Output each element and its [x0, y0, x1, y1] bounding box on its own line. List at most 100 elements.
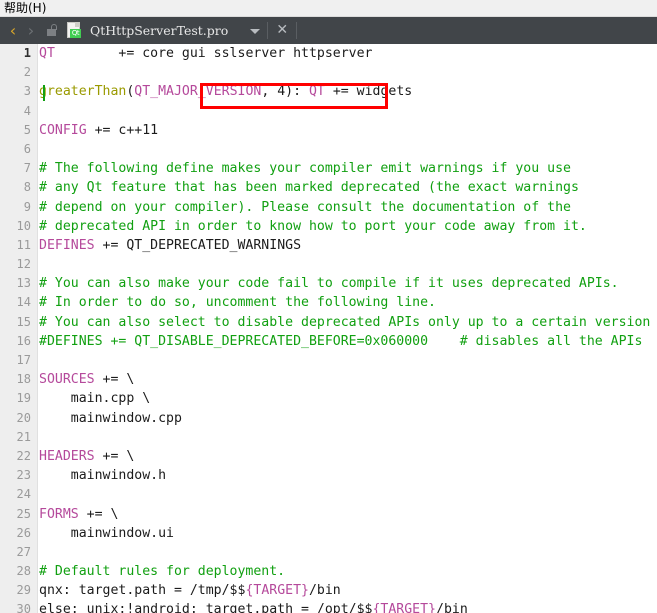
code-line[interactable]: 18 SOURCES += \ [0, 370, 657, 389]
code-token: {TARGET} [372, 602, 436, 613]
code-line[interactable]: 10 # deprecated API in order to know how … [0, 217, 657, 236]
line-number: 10 [16, 218, 31, 233]
line-content[interactable]: # You can also make your code fail to co… [34, 274, 619, 293]
line-content[interactable]: # any Qt feature that has been marked de… [34, 178, 579, 197]
line-number: 28 [16, 564, 31, 579]
code-token: QT [39, 46, 55, 61]
code-token: {TARGET} [245, 583, 309, 599]
line-number: 25 [16, 506, 31, 521]
code-line[interactable]: 28 # Default rules for deployment. [0, 562, 657, 581]
line-content[interactable]: main.cpp \ [34, 389, 150, 408]
code-token: # deprecated API in order to know how to… [39, 218, 587, 234]
code-line[interactable]: 2 [0, 63, 657, 82]
code-area[interactable]: 1 QT += core gui sslserver httpserver 2 3 gr… [0, 44, 657, 613]
code-line[interactable]: 21 [0, 428, 657, 447]
line-content[interactable]: SOURCES += \ [34, 370, 134, 389]
code-token: CONFIG [39, 122, 87, 138]
line-number: 13 [16, 276, 31, 291]
code-token: # The following define makes your compil… [39, 161, 571, 177]
code-line[interactable]: 27 [0, 543, 657, 562]
code-line[interactable]: 14 # In order to do so, uncomment the fol… [0, 293, 657, 312]
code-line[interactable]: 17 [0, 351, 657, 370]
code-line[interactable]: 22 HEADERS += \ [0, 447, 657, 466]
line-number: 4 [23, 103, 31, 118]
code-line[interactable]: 5 CONFIG += c++11 [0, 121, 657, 140]
line-content[interactable]: # You can also select to disable depreca… [34, 313, 650, 332]
code-line[interactable]: 11 DEFINES += QT_DEPRECATED_WARNINGS [0, 236, 657, 255]
code-line[interactable]: 19 main.cpp \ [0, 389, 657, 408]
toolbar-divider [267, 22, 269, 39]
line-content[interactable]: greaterThan(QT_MAJOR_VERSION, 4): QT += … [34, 82, 412, 101]
line-number: 17 [16, 353, 31, 367]
code-line[interactable]: 12 [0, 255, 657, 274]
code-line[interactable]: 9 # depend on your compiler). Please cons… [0, 198, 657, 217]
navigate-forward-icon[interactable]: › [22, 17, 40, 44]
code-token: # In order to do so, uncomment the follo… [39, 295, 436, 311]
line-content[interactable]: qnx: target.path = /tmp/$${TARGET}/bin [34, 581, 341, 600]
code-token: += core gui sslserver httpserver [54, 46, 373, 61]
code-line[interactable]: 1 QT += core gui sslserver httpserver [0, 44, 657, 63]
line-number: 24 [16, 487, 31, 502]
code-line[interactable]: 16 #DEFINES += QT_DISABLE_DEPRECATED_BEFO… [0, 332, 657, 351]
code-line[interactable]: 15 # You can also select to disable depre… [0, 313, 657, 332]
code-token: mainwindow.cpp [39, 410, 182, 426]
line-content[interactable]: QT += core gui sslserver httpserver [34, 44, 372, 63]
line-number: 5 [23, 122, 31, 137]
code-line[interactable]: 4 [0, 102, 657, 121]
code-token: QT_MAJOR_VERSION [134, 84, 262, 100]
chevron-down-icon[interactable] [248, 17, 262, 44]
line-content[interactable]: HEADERS += \ [34, 447, 134, 466]
navigate-back-icon[interactable]: ‹ [4, 17, 22, 44]
line-number: 1 [23, 46, 31, 60]
line-content[interactable]: # The following define makes your compil… [34, 159, 571, 178]
editor-tab-bar: ‹ › Qt QtHttpServerTest.pro ✕ [0, 17, 657, 44]
code-line[interactable]: 8 # any Qt feature that has been marked d… [0, 178, 657, 197]
line-content[interactable]: FORMS += \ [34, 505, 118, 524]
line-content[interactable]: # In order to do so, uncomment the follo… [34, 293, 436, 312]
code-line[interactable]: 3 greaterThan(QT_MAJOR_VERSION, 4): QT +=… [0, 82, 657, 101]
code-token: /bin [308, 583, 341, 599]
text-cursor [43, 85, 45, 101]
code-line[interactable]: 30 else: unix:!android: target.path = /op… [0, 600, 657, 613]
line-content[interactable]: mainwindow.cpp [34, 409, 182, 428]
open-file-name[interactable]: QtHttpServerTest.pro [90, 17, 228, 44]
menu-item-help[interactable]: 帮助(H) [0, 0, 50, 16]
line-number: 22 [16, 448, 31, 463]
code-line[interactable]: 6 [0, 140, 657, 159]
line-content[interactable]: #DEFINES += QT_DISABLE_DEPRECATED_BEFORE… [34, 332, 642, 351]
line-content[interactable]: DEFINES += QT_DEPRECATED_WARNINGS [34, 236, 301, 255]
code-line[interactable]: 23 mainwindow.h [0, 466, 657, 485]
code-token: greaterThan [39, 84, 127, 100]
line-number: 11 [16, 237, 31, 252]
code-line[interactable]: 26 mainwindow.ui [0, 524, 657, 543]
close-icon[interactable]: ✕ [273, 17, 291, 44]
code-line[interactable]: 29 qnx: target.path = /tmp/$${TARGET}/bin [0, 581, 657, 600]
code-token: /bin [436, 602, 468, 613]
line-number: 16 [16, 333, 31, 348]
code-token: += \ [94, 448, 135, 464]
code-token: += QT_DEPRECATED_WARNINGS [94, 237, 302, 253]
code-token: += widgets [324, 84, 413, 100]
code-token: += c++11 [86, 122, 159, 138]
unlocked-padlock-icon[interactable] [40, 17, 62, 44]
code-editor[interactable]: 1 QT += core gui sslserver httpserver 2 3 gr… [0, 44, 657, 613]
line-content[interactable]: mainwindow.ui [34, 524, 174, 543]
line-content[interactable]: # deprecated API in order to know how to… [34, 217, 587, 236]
line-content[interactable]: # depend on your compiler). Please consu… [34, 198, 571, 217]
code-token: # You can also select to disable depreca… [39, 314, 651, 330]
line-number: 21 [16, 429, 31, 444]
code-line[interactable]: 13 # You can also make your code fail to … [0, 274, 657, 293]
toolbar-divider [296, 22, 298, 39]
line-content[interactable]: else: unix:!android: target.path = /opt/… [34, 600, 468, 613]
code-line[interactable]: 25 FORMS += \ [0, 505, 657, 524]
code-line[interactable]: 7 # The following define makes your compi… [0, 159, 657, 178]
line-content[interactable]: CONFIG += c++11 [34, 121, 158, 140]
line-number: 6 [23, 141, 31, 156]
code-line[interactable]: 20 mainwindow.cpp [0, 409, 657, 428]
line-number: 29 [16, 583, 31, 598]
line-content[interactable]: mainwindow.h [34, 466, 166, 485]
code-token: main.cpp \ [39, 391, 151, 407]
code-line[interactable]: 24 [0, 485, 657, 504]
line-content[interactable]: # Default rules for deployment. [34, 562, 285, 581]
code-token: else: unix:!android: target.path = /opt/… [39, 602, 373, 613]
